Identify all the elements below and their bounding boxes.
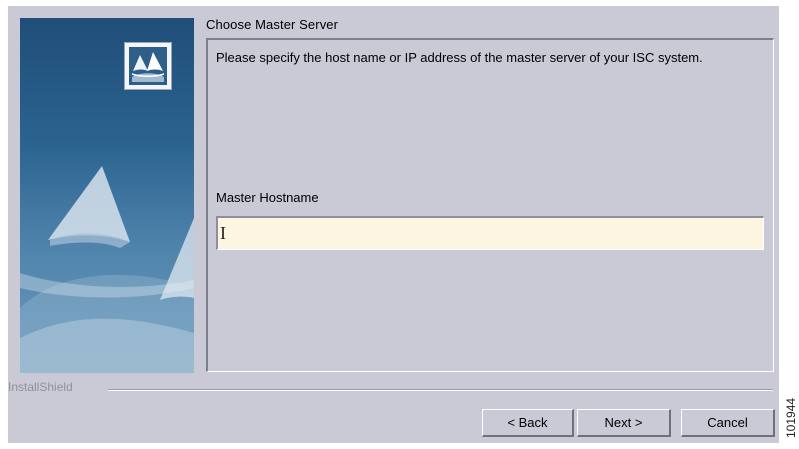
footer-divider bbox=[108, 389, 773, 391]
cancel-button[interactable]: Cancel bbox=[681, 409, 775, 437]
installer-dialog: Choose Master Server Please specify the … bbox=[8, 6, 779, 443]
figure-id-label: 101944 bbox=[784, 397, 798, 438]
master-hostname-input[interactable] bbox=[216, 216, 764, 250]
master-hostname-label: Master Hostname bbox=[216, 190, 319, 205]
installshield-label: InstallShield bbox=[8, 380, 73, 394]
page-title: Choose Master Server bbox=[206, 17, 339, 32]
content-panel: Please specify the host name or IP addre… bbox=[206, 38, 774, 372]
next-button[interactable]: Next > bbox=[577, 409, 671, 437]
back-button[interactable]: < Back bbox=[482, 409, 574, 437]
instructions-text: Please specify the host name or IP addre… bbox=[216, 50, 703, 65]
installer-side-banner bbox=[20, 18, 194, 373]
installer-sail-logo-icon bbox=[124, 42, 172, 90]
